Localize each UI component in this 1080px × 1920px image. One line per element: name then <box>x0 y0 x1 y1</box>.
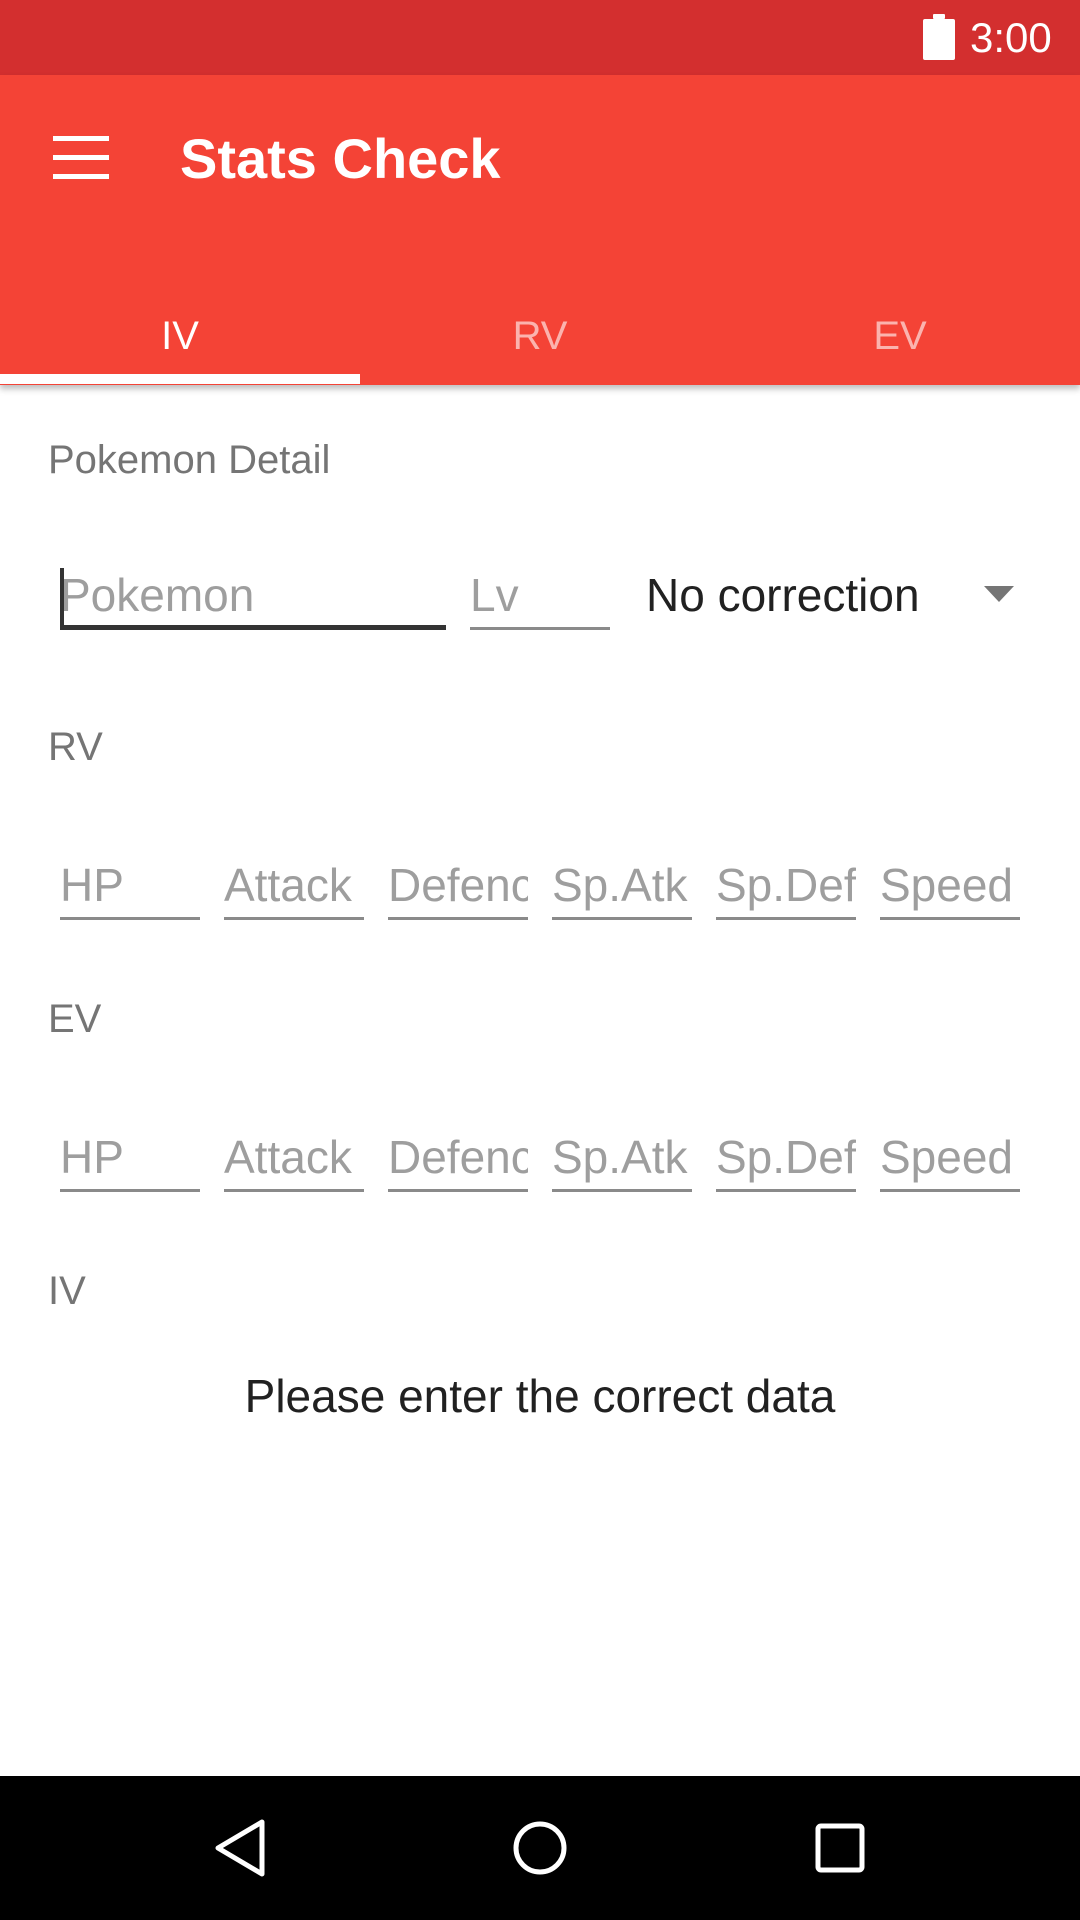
pokemon-placeholder: Pokemon <box>60 569 255 621</box>
iv-label: IV <box>48 1269 86 1313</box>
tab-rv[interactable]: RV <box>360 305 720 385</box>
ev-hp-placeholder: HP <box>60 1131 124 1183</box>
level-placeholder: Lv <box>470 569 519 621</box>
screen: 3:00 Stats Check IV RV EV Pokemon Detail… <box>0 0 1080 1920</box>
text-cursor <box>60 568 64 625</box>
ev-label: EV <box>48 997 102 1041</box>
rv-attack-placeholder: Attack <box>224 859 352 911</box>
tab-bar: IV RV EV <box>0 305 1080 385</box>
status-time: 3:00 <box>970 14 1052 61</box>
ev-spdef-placeholder: Sp.Def <box>716 1131 856 1183</box>
rv-defence-placeholder: Defence <box>388 859 528 911</box>
hamburger-menu-icon[interactable] <box>48 134 114 182</box>
rv-spdef-input[interactable]: Sp.Def <box>716 850 856 920</box>
rv-hp-placeholder: HP <box>60 859 124 911</box>
ev-hp-input[interactable]: HP <box>60 1122 200 1192</box>
rv-speed-placeholder: Speed <box>880 859 1014 911</box>
ev-attack-input[interactable]: Attack <box>224 1122 364 1192</box>
status-bar: 3:00 <box>0 0 1080 75</box>
page-title: Stats Check <box>180 127 501 190</box>
battery-icon <box>923 14 955 60</box>
ev-defence-placeholder: Defence <box>388 1131 528 1183</box>
rv-spatk-input[interactable]: Sp.Atk <box>552 850 692 920</box>
rv-defence-input[interactable]: Defence <box>388 850 528 920</box>
ev-attack-placeholder: Attack <box>224 1131 352 1183</box>
recent-apps-square-icon[interactable] <box>804 1812 876 1884</box>
pokemon-detail-label: Pokemon Detail <box>48 438 331 482</box>
app-toolbar: Stats Check IV RV EV <box>0 75 1080 385</box>
rv-attack-input[interactable]: Attack <box>224 850 364 920</box>
back-triangle-icon[interactable] <box>204 1812 276 1884</box>
correction-selected: No correction <box>646 569 920 621</box>
tab-ev[interactable]: EV <box>720 305 1080 385</box>
ev-spdef-input[interactable]: Sp.Def <box>716 1122 856 1192</box>
system-nav-bar <box>0 1776 1080 1920</box>
tab-iv[interactable]: IV <box>0 305 360 385</box>
ev-defence-input[interactable]: Defence <box>388 1122 528 1192</box>
iv-result-message: Please enter the correct data <box>244 1370 836 1422</box>
home-circle-icon[interactable] <box>504 1812 576 1884</box>
rv-hp-input[interactable]: HP <box>60 850 200 920</box>
ev-spatk-placeholder: Sp.Atk <box>552 1131 688 1183</box>
correction-dropdown[interactable]: No correction <box>646 560 1026 630</box>
ev-spatk-input[interactable]: Sp.Atk <box>552 1122 692 1192</box>
ev-speed-input[interactable]: Speed <box>880 1122 1020 1192</box>
rv-speed-input[interactable]: Speed <box>880 850 1020 920</box>
rv-label: RV <box>48 725 103 769</box>
dropdown-arrow-icon <box>984 586 1014 602</box>
rv-spdef-placeholder: Sp.Def <box>716 859 856 911</box>
tab-indicator <box>0 374 360 384</box>
level-input[interactable]: Lv <box>470 560 610 630</box>
ev-speed-placeholder: Speed <box>880 1131 1014 1183</box>
pokemon-input[interactable]: Pokemon <box>60 560 446 630</box>
rv-spatk-placeholder: Sp.Atk <box>552 859 688 911</box>
